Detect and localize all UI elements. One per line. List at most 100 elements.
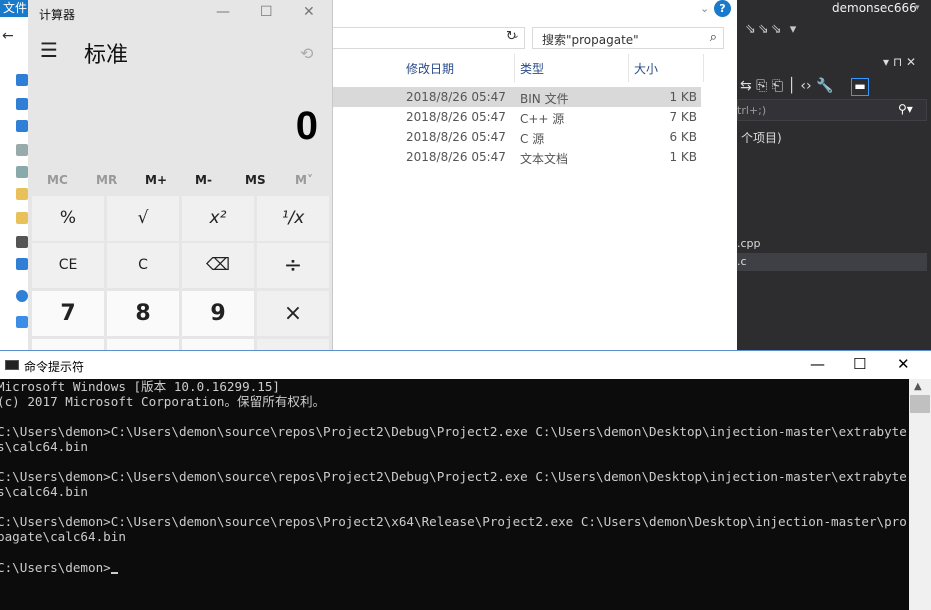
close-button[interactable]: ✕ (897, 355, 910, 373)
file-tab[interactable]: 文件 (0, 0, 28, 17)
percent-key[interactable]: % (32, 196, 104, 241)
clear-entry-key[interactable]: CE (32, 243, 104, 288)
square-key[interactable]: x² (182, 196, 254, 241)
maximize-button[interactable]: ☐ (853, 355, 866, 373)
backspace-key[interactable]: ⌫ (182, 243, 254, 288)
folder-icon[interactable] (16, 212, 28, 224)
music-icon[interactable] (16, 258, 28, 270)
scrollbar-thumb[interactable] (910, 395, 930, 413)
file-name: .cpp (737, 237, 761, 250)
file-type: 文本文档 (520, 152, 569, 166)
address-bar[interactable]: ⌄ (333, 27, 525, 49)
vs-toolbar[interactable]: ⇘⇘⇘ ▾ (745, 22, 798, 37)
console-line: C:\Users\demon>C:\Users\demon\source\rep… (0, 514, 907, 529)
modified-date: 2018/8/26 05:47 (406, 90, 506, 104)
memory-store-button[interactable]: MS (245, 173, 266, 187)
command-prompt-titlebar[interactable]: 命令提示符 — ☐ ✕ (0, 351, 931, 379)
operator-key-partial[interactable] (257, 339, 329, 350)
digit-key-partial[interactable] (32, 339, 104, 350)
digit-7-key[interactable]: 7 (32, 291, 104, 336)
memory-recall-button[interactable]: MR (96, 173, 117, 187)
table-row[interactable]: 2018/8/26 05:47 文本文档 1 KB (333, 147, 701, 167)
calculator-mode-title: 标准 (84, 43, 129, 68)
memory-clear-button[interactable]: MC (47, 173, 68, 187)
calculator-window: 计算器 — ☐ ✕ ☰ 标准 ⟲ 0 MC MR M+ M- MS M˅ % √… (28, 0, 333, 350)
clear-key[interactable]: C (107, 243, 179, 288)
calculator-titlebar[interactable]: 计算器 — ☐ ✕ (28, 0, 333, 28)
table-row[interactable]: 2018/8/26 05:47 C 源 6 KB (333, 127, 701, 147)
document-icon[interactable] (16, 144, 28, 156)
solution-file-item[interactable]: .c (737, 253, 927, 271)
history-icon[interactable]: ⟲ (300, 44, 313, 63)
file-size: 6 KB (669, 130, 697, 144)
memory-subtract-button[interactable]: M- (195, 173, 212, 187)
digit-key-partial[interactable] (107, 339, 179, 350)
minimize-button[interactable]: — (216, 4, 230, 20)
quick-access-icon[interactable] (16, 74, 28, 86)
calculator-title: 计算器 (39, 8, 76, 22)
memory-list-button[interactable]: M˅ (295, 173, 313, 187)
window-title: 命令提示符 (24, 360, 85, 374)
console-line: (c) 2017 Microsoft Corporation。保留所有权利。 (0, 394, 326, 409)
this-pc-icon[interactable] (16, 316, 28, 328)
collapse-all-button[interactable]: ▬ (851, 78, 869, 96)
user-account[interactable]: demonsec666 (832, 1, 917, 15)
console-icon (5, 360, 19, 370)
console-prompt: C:\Users\demon> (0, 560, 111, 575)
onedrive-icon[interactable] (16, 290, 28, 302)
column-header-date[interactable]: 修改日期 (406, 60, 454, 77)
search-icon[interactable]: ⚲▾ (898, 102, 913, 116)
search-input[interactable]: 搜索"propagate" ⌕ (532, 27, 724, 49)
file-type: C++ 源 (520, 112, 565, 126)
video-icon[interactable] (16, 236, 28, 248)
table-row[interactable]: 2018/8/26 05:47 BIN 文件 1 KB (333, 87, 701, 107)
picture-icon[interactable] (16, 166, 28, 178)
folder-icon[interactable] (16, 188, 28, 200)
refresh-icon[interactable]: ↻ (506, 29, 517, 44)
navigation-pane (0, 66, 28, 350)
memory-add-button[interactable]: M+ (145, 173, 167, 187)
console-line: pagate\calc64.bin (0, 529, 126, 544)
column-header-type[interactable]: 类型 (520, 60, 544, 77)
items-count: 个项目) (741, 131, 782, 145)
visual-studio-window: demonsec666 ▾ ⇘⇘⇘ ▾ ▾ ⊓ ✕ ⇆ ⎘ ⎗ │ ‹› 🔧 ▬… (737, 0, 931, 350)
ribbon-expand-icon[interactable]: ⌄ (700, 2, 709, 15)
chevron-down-icon[interactable]: ▾ (915, 3, 920, 13)
console-line: Microsoft Windows [版本 10.0.16299.15] (0, 379, 280, 394)
console-output[interactable]: Microsoft Windows [版本 10.0.16299.15] (c)… (0, 379, 909, 610)
back-arrow-icon[interactable]: ← (2, 28, 14, 44)
calculator-display: 0 (295, 104, 318, 148)
text-cursor (110, 572, 118, 574)
scroll-up-icon[interactable]: ▲ (914, 381, 922, 392)
solution-file-item[interactable]: .cpp (737, 235, 927, 253)
divide-key[interactable]: ÷ (257, 243, 329, 288)
file-type: BIN 文件 (520, 92, 569, 106)
square-root-key[interactable]: √ (107, 196, 179, 241)
digit-9-key[interactable]: 9 (182, 291, 254, 336)
close-button[interactable]: ✕ (303, 4, 315, 20)
table-row[interactable]: 2018/8/26 05:47 C++ 源 7 KB (333, 107, 701, 127)
hamburger-menu-icon[interactable]: ☰ (40, 38, 58, 62)
search-icon[interactable]: ⌕ (710, 30, 717, 45)
panel-controls[interactable]: ▾ ⊓ ✕ (883, 55, 916, 69)
digit-key-partial[interactable] (182, 339, 254, 350)
minimize-button[interactable]: — (810, 355, 825, 373)
file-size: 1 KB (669, 90, 697, 104)
digit-8-key[interactable]: 8 (107, 291, 179, 336)
vertical-scrollbar[interactable]: ▲ (909, 379, 931, 610)
folder-icon[interactable] (16, 98, 28, 110)
column-divider (514, 54, 515, 82)
reciprocal-key[interactable]: ¹/x (257, 196, 329, 241)
multiply-key[interactable]: × (257, 291, 329, 336)
file-size: 1 KB (669, 150, 697, 164)
download-icon[interactable] (16, 120, 28, 132)
column-header-size[interactable]: 大小 (634, 60, 658, 77)
file-name: .c (737, 255, 747, 268)
console-line: C:\Users\demon>C:\Users\demon\source\rep… (0, 469, 907, 484)
maximize-button[interactable]: ☐ (260, 4, 273, 20)
column-divider (628, 54, 629, 82)
help-icon[interactable]: ? (714, 0, 731, 17)
column-divider (703, 54, 704, 82)
modified-date: 2018/8/26 05:47 (406, 130, 506, 144)
solution-explorer-toolbar[interactable]: ⇆ ⎘ ⎗ │ ‹› 🔧 (740, 78, 833, 94)
